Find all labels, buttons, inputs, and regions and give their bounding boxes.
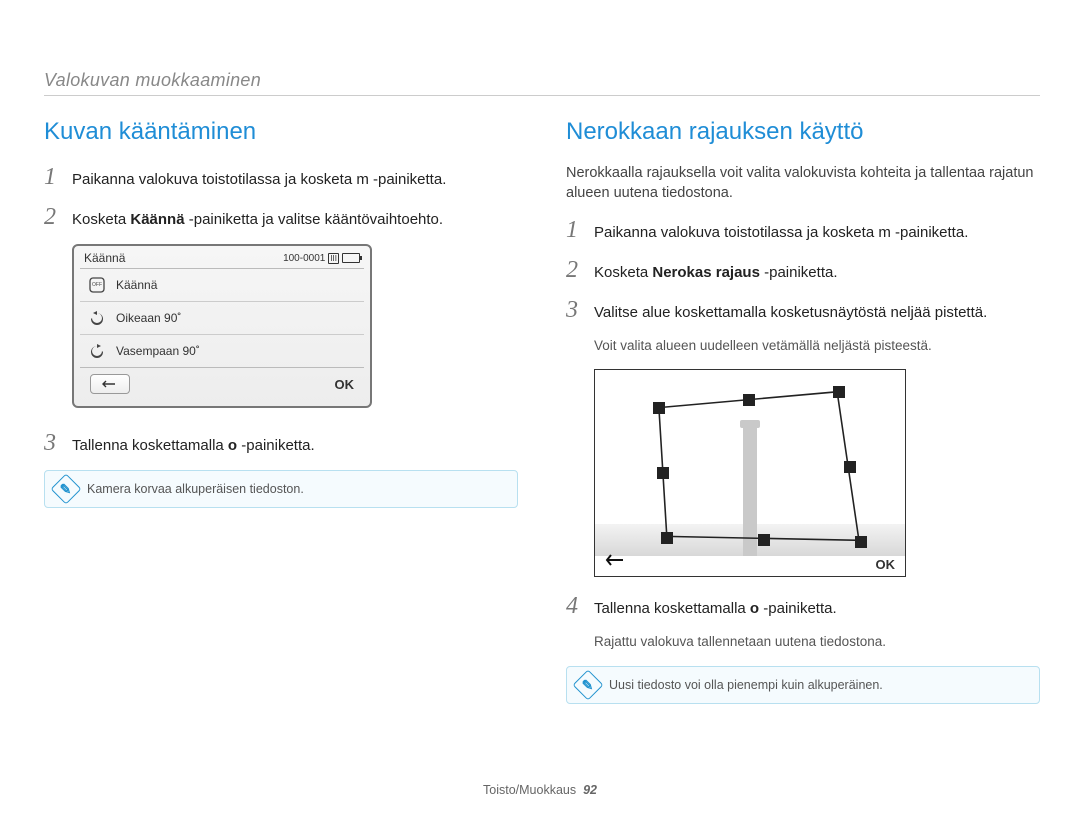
left-title: Kuvan kääntäminen bbox=[44, 118, 518, 146]
back-button[interactable] bbox=[605, 551, 627, 572]
info-box: ✎ Kamera korvaa alkuperäisen tiedoston. bbox=[44, 470, 518, 508]
right-column: Nerokkaan rajauksen käyttö Nerokkaalla r… bbox=[566, 118, 1040, 704]
step-subtext: Rajattu valokuva tallennetaan uutena tie… bbox=[594, 633, 1040, 651]
crop-handle[interactable] bbox=[855, 536, 867, 548]
rotate-ui-title: Käännä bbox=[84, 251, 125, 265]
rotate-option-list: OFF Käännä Oikeaan 90˚ Va bbox=[80, 268, 364, 367]
step-subtext: Voit valita alueen uudelleen vetämällä n… bbox=[594, 337, 1040, 355]
back-arrow-icon bbox=[605, 553, 627, 567]
step-2: 2 Kosketa Nerokas rajaus -painiketta. bbox=[566, 257, 1040, 284]
step-text: Valitse alue koskettamalla kosketusnäytö… bbox=[594, 303, 987, 323]
info-text: Uusi tiedosto voi olla pienempi kuin alk… bbox=[609, 678, 883, 692]
text-bold: Käännä bbox=[130, 211, 184, 228]
step-text: Tallenna koskettamalla o -painiketta. bbox=[594, 599, 837, 619]
page: Valokuvan muokkaaminen Kuvan kääntäminen… bbox=[0, 0, 1080, 724]
step-number: 2 bbox=[44, 204, 62, 231]
text: -painiketta. bbox=[759, 600, 837, 617]
rotate-option-off[interactable]: OFF Käännä bbox=[80, 269, 364, 302]
crop-handle[interactable] bbox=[653, 402, 665, 414]
info-icon: ✎ bbox=[572, 669, 603, 700]
step-1: 1 Paikanna valokuva toistotilassa ja kos… bbox=[566, 217, 1040, 244]
info-text: Kamera korvaa alkuperäisen tiedoston. bbox=[87, 482, 304, 496]
text: -painiketta ja valitse kääntövaihtoehto. bbox=[185, 211, 444, 228]
footer-text: Toisto/Muokkaus bbox=[483, 783, 576, 797]
rotate-left-icon bbox=[88, 342, 106, 360]
crop-handle[interactable] bbox=[661, 532, 673, 544]
step-number: 1 bbox=[44, 164, 62, 191]
rotate-ui-mock: Käännä 100-0001 III OFF Käännä bbox=[72, 244, 372, 408]
ok-button[interactable]: OK bbox=[876, 557, 896, 572]
step-3: 3 Tallenna koskettamalla o -painiketta. bbox=[44, 430, 518, 457]
text: -painiketta. bbox=[760, 264, 838, 281]
step-3: 3 Valitse alue koskettamalla kosketusnäy… bbox=[566, 297, 1040, 324]
step-text: Tallenna koskettamalla o -painiketta. bbox=[72, 436, 315, 456]
right-title: Nerokkaan rajauksen käyttö bbox=[566, 118, 1040, 146]
battery-icon bbox=[342, 253, 360, 263]
text: Tallenna koskettamalla bbox=[594, 600, 750, 617]
smart-crop-diagram: OK bbox=[594, 369, 906, 577]
columns: Kuvan kääntäminen 1 Paikanna valokuva to… bbox=[44, 118, 1040, 704]
step-number: 3 bbox=[566, 297, 584, 324]
ok-button[interactable]: OK bbox=[335, 377, 355, 392]
text-bold: o bbox=[228, 437, 237, 454]
rotate-right-icon bbox=[88, 309, 106, 327]
text-bold: o bbox=[750, 600, 759, 617]
rotate-option-label: Oikeaan 90˚ bbox=[116, 311, 181, 325]
info-icon: ✎ bbox=[50, 473, 81, 504]
svg-text:OFF: OFF bbox=[92, 282, 102, 288]
right-intro: Nerokkaalla rajauksella voit valita valo… bbox=[566, 164, 1040, 203]
step-4: 4 Tallenna koskettamalla o -painiketta. bbox=[566, 593, 1040, 620]
crop-mid-handle[interactable] bbox=[657, 467, 669, 479]
crop-mid-handle[interactable] bbox=[844, 461, 856, 473]
text: Kosketa bbox=[72, 211, 130, 228]
text-bold: Nerokas rajaus bbox=[652, 264, 760, 281]
rotate-option-label: Vasempaan 90˚ bbox=[116, 344, 200, 358]
section-header: Valokuvan muokkaaminen bbox=[44, 70, 1040, 96]
step-1: 1 Paikanna valokuva toistotilassa ja kos… bbox=[44, 164, 518, 191]
step-number: 2 bbox=[566, 257, 584, 284]
step-text: Kosketa Käännä -painiketta ja valitse kä… bbox=[72, 210, 443, 230]
rotate-ui-header: Käännä 100-0001 III bbox=[74, 246, 370, 268]
rotate-ui-footer: OK bbox=[80, 367, 364, 400]
crop-mid-handle[interactable] bbox=[743, 394, 755, 406]
text: Tallenna koskettamalla bbox=[72, 437, 228, 454]
rotate-option-left[interactable]: Vasempaan 90˚ bbox=[80, 335, 364, 367]
sd-icon: III bbox=[328, 253, 339, 264]
step-2: 2 Kosketa Käännä -painiketta ja valitse … bbox=[44, 204, 518, 231]
step-text: Kosketa Nerokas rajaus -painiketta. bbox=[594, 263, 838, 283]
step-number: 4 bbox=[566, 593, 584, 620]
crop-mid-handle[interactable] bbox=[758, 534, 770, 546]
step-number: 3 bbox=[44, 430, 62, 457]
rotate-option-label: Käännä bbox=[116, 278, 157, 292]
rotate-off-icon: OFF bbox=[88, 276, 106, 294]
step-text: Paikanna valokuva toistotilassa ja koske… bbox=[594, 223, 968, 243]
left-column: Kuvan kääntäminen 1 Paikanna valokuva to… bbox=[44, 118, 518, 704]
rotate-option-right[interactable]: Oikeaan 90˚ bbox=[80, 302, 364, 335]
rotate-ui-status: 100-0001 III bbox=[283, 253, 360, 264]
page-footer: Toisto/Muokkaus 92 bbox=[0, 783, 1080, 797]
text: -painiketta. bbox=[237, 437, 315, 454]
back-button[interactable] bbox=[90, 374, 130, 394]
step-text: Paikanna valokuva toistotilassa ja koske… bbox=[72, 170, 446, 190]
page-number: 92 bbox=[583, 783, 597, 797]
step-number: 1 bbox=[566, 217, 584, 244]
crop-handle[interactable] bbox=[833, 386, 845, 398]
text: Kosketa bbox=[594, 264, 652, 281]
back-arrow-icon bbox=[102, 379, 118, 389]
info-box: ✎ Uusi tiedosto voi olla pienempi kuin a… bbox=[566, 666, 1040, 704]
image-counter: 100-0001 bbox=[283, 253, 325, 264]
